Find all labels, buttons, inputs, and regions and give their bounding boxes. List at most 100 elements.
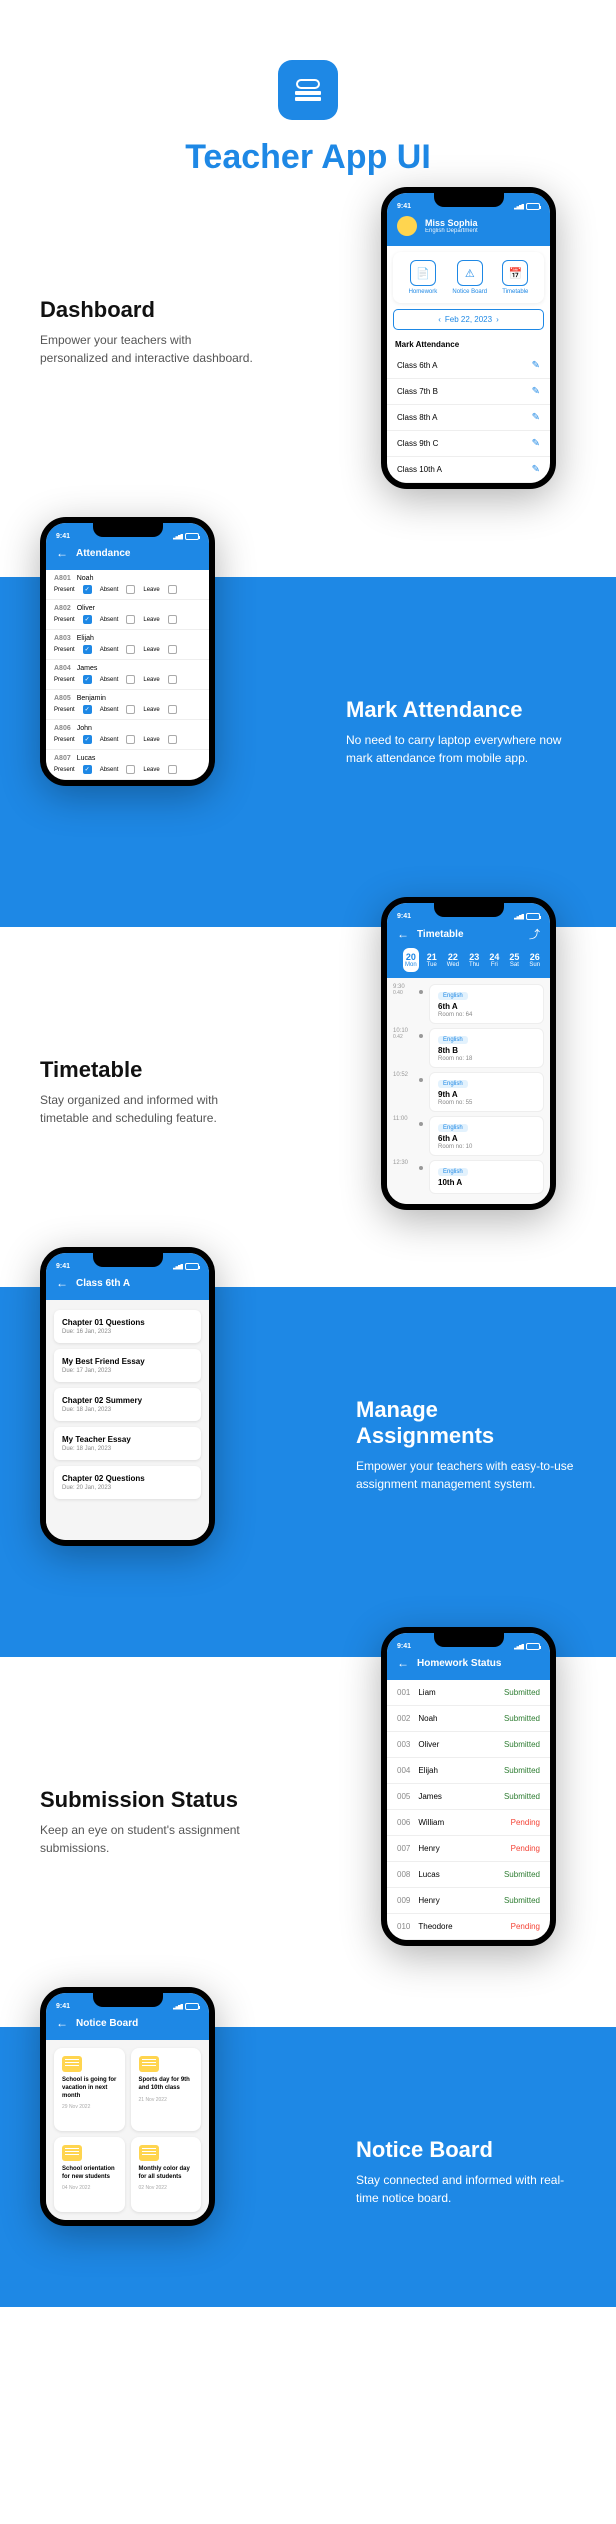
roll-no: A805 — [54, 695, 71, 702]
assignment-card[interactable]: Chapter 01 QuestionsDue: 16 Jan, 2023 — [54, 1310, 201, 1343]
submission-row[interactable]: 009HenrySubmitted — [387, 1888, 550, 1914]
class-name: Class 6th A — [397, 361, 437, 370]
checkbox[interactable] — [168, 615, 177, 624]
feature-desc: Stay connected and informed with real-ti… — [356, 2171, 576, 2207]
assignment-card[interactable]: Chapter 02 QuestionsDue: 20 Jan, 2023 — [54, 1466, 201, 1499]
checkbox[interactable]: ✓ — [83, 735, 92, 744]
submission-row[interactable]: 005JamesSubmitted — [387, 1784, 550, 1810]
class-row[interactable]: Class 9th C✎ — [387, 431, 550, 457]
timetable-slot[interactable]: 10:52English9th ARoom no: 55 — [393, 1072, 544, 1112]
day-tab[interactable]: 23Thu — [467, 948, 481, 972]
assignment-card[interactable]: Chapter 02 SummeryDue: 18 Jan, 2023 — [54, 1388, 201, 1421]
notice-card[interactable]: Sports day for 9th and 10th class21 Nov … — [131, 2048, 202, 2131]
checkbox[interactable] — [168, 765, 177, 774]
assignment-card[interactable]: My Best Friend EssayDue: 17 Jan, 2023 — [54, 1349, 201, 1382]
submission-row[interactable]: 001LiamSubmitted — [387, 1680, 550, 1706]
day-tab[interactable]: 26Sun — [527, 948, 542, 972]
checkbox[interactable] — [126, 585, 135, 594]
phone-assignments: 9:41 ←Class 6th A Chapter 01 QuestionsDu… — [40, 1247, 215, 1546]
checkbox[interactable] — [168, 705, 177, 714]
status-time: 9:41 — [397, 203, 411, 210]
checkbox[interactable]: ✓ — [83, 765, 92, 774]
pencil-icon[interactable]: ✎ — [532, 386, 540, 397]
status-badge: Pending — [511, 1818, 540, 1827]
notice-date: 29 Nov 2022 — [62, 2104, 117, 2110]
checkbox[interactable]: ✓ — [83, 585, 92, 594]
class-row[interactable]: Class 8th A✎ — [387, 405, 550, 431]
subject-badge: English — [438, 1080, 468, 1088]
pencil-icon[interactable]: ✎ — [532, 464, 540, 475]
timetable-slot[interactable]: 10:100.42English8th BRoom no: 18 — [393, 1028, 544, 1068]
timetable-slot[interactable]: 9:300.40English6th ARoom no: 64 — [393, 984, 544, 1024]
row-number: 007 — [397, 1844, 410, 1853]
class-name: 8th B — [438, 1046, 535, 1055]
back-icon[interactable]: ← — [56, 546, 68, 560]
submission-row[interactable]: 008LucasSubmitted — [387, 1862, 550, 1888]
checkbox[interactable] — [126, 645, 135, 654]
assignment-card[interactable]: My Teacher EssayDue: 18 Jan, 2023 — [54, 1427, 201, 1460]
checkbox[interactable] — [126, 675, 135, 684]
day-tab[interactable]: 21Tue — [425, 948, 439, 972]
back-icon[interactable]: ← — [397, 927, 409, 941]
checkbox[interactable] — [168, 645, 177, 654]
checkbox[interactable]: ✓ — [83, 705, 92, 714]
timetable-slot[interactable]: 12:30English10th A — [393, 1160, 544, 1194]
checkbox[interactable]: ✓ — [83, 615, 92, 624]
assignment-due: Due: 18 Jan, 2023 — [62, 1407, 193, 1413]
student-name: Oliver — [418, 1740, 439, 1749]
status-icons — [514, 1643, 540, 1650]
back-icon[interactable]: ← — [56, 1276, 68, 1290]
screen-title: Notice Board — [76, 2018, 138, 2029]
day-tab[interactable]: 25Sat — [507, 948, 521, 972]
notice-card[interactable]: School is going for vacation in next mon… — [54, 2048, 125, 2131]
notice-card[interactable]: School orientation for new students04 No… — [54, 2137, 125, 2212]
submission-row[interactable]: 003OliverSubmitted — [387, 1732, 550, 1758]
submission-row[interactable]: 006WilliamPending — [387, 1810, 550, 1836]
pencil-icon[interactable]: ✎ — [532, 412, 540, 423]
row-number: 005 — [397, 1792, 410, 1801]
back-icon[interactable]: ← — [56, 2016, 68, 2030]
quick-homework[interactable]: 📄Homework — [409, 260, 438, 295]
checkbox[interactable]: ✓ — [83, 645, 92, 654]
student-name: Noah — [418, 1714, 437, 1723]
day-tab[interactable]: 24Fri — [487, 948, 501, 972]
student-name: Henry — [418, 1896, 439, 1905]
back-icon[interactable]: ← — [397, 1656, 409, 1670]
class-row[interactable]: Class 7th B✎ — [387, 379, 550, 405]
pencil-icon[interactable]: ✎ — [532, 360, 540, 371]
day-number: 20 — [405, 952, 417, 962]
roll-no: A803 — [54, 635, 71, 642]
timetable-slot[interactable]: 11:00English6th ARoom no: 10 — [393, 1116, 544, 1156]
quick-notice[interactable]: ⚠Notice Board — [452, 260, 487, 295]
checkbox[interactable] — [168, 585, 177, 594]
share-icon[interactable]: ⤴ — [529, 926, 540, 942]
class-row[interactable]: Class 6th A ✎ — [387, 353, 550, 379]
submission-row[interactable]: 002NoahSubmitted — [387, 1706, 550, 1732]
submission-row[interactable]: 010TheodorePending — [387, 1914, 550, 1940]
checkbox[interactable] — [126, 765, 135, 774]
day-tab[interactable]: 22Wed — [445, 948, 461, 972]
checkbox[interactable]: ✓ — [83, 675, 92, 684]
quick-timetable[interactable]: 📅Timetable — [502, 260, 528, 295]
subject-badge: English — [438, 1124, 468, 1132]
status-time: 9:41 — [56, 2003, 70, 2010]
attendance-option: Leave — [143, 617, 159, 623]
submission-row[interactable]: 004ElijahSubmitted — [387, 1758, 550, 1784]
pencil-icon[interactable]: ✎ — [532, 438, 540, 449]
day-name: Mon — [405, 962, 417, 968]
day-tab[interactable]: 20Mon — [403, 948, 419, 972]
notice-card[interactable]: Monthly color day for all students02 Nov… — [131, 2137, 202, 2212]
avatar[interactable] — [397, 216, 417, 236]
status-time: 9:41 — [397, 1643, 411, 1650]
checkbox[interactable] — [168, 735, 177, 744]
checkbox[interactable] — [168, 675, 177, 684]
attendance-option: Present — [54, 677, 75, 683]
class-row[interactable]: Class 10th A✎ — [387, 457, 550, 483]
checkbox[interactable] — [126, 735, 135, 744]
date-picker[interactable]: ‹Feb 22, 2023› — [393, 309, 544, 330]
chevron-left-icon[interactable]: ‹ — [438, 315, 441, 324]
checkbox[interactable] — [126, 615, 135, 624]
chevron-right-icon[interactable]: › — [496, 315, 499, 324]
checkbox[interactable] — [126, 705, 135, 714]
submission-row[interactable]: 007HenryPending — [387, 1836, 550, 1862]
